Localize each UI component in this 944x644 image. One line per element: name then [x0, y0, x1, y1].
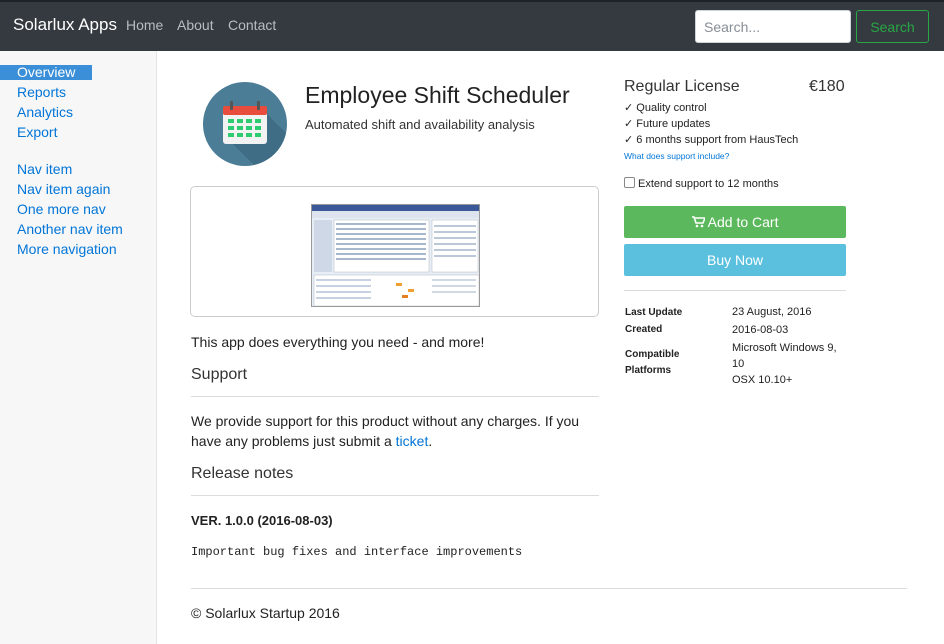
divider	[191, 396, 599, 397]
platforms-label: Platforms	[625, 365, 672, 376]
product-title: Employee Shift Scheduler	[305, 82, 570, 108]
support-text-end: .	[428, 433, 433, 449]
sidebar-item-export[interactable]: Export	[17, 124, 57, 140]
support-info-link[interactable]: What does support include?	[624, 151, 729, 161]
feature-item: ✓ Future updates	[624, 118, 711, 130]
nav-contact[interactable]: Contact	[228, 17, 276, 33]
top-navbar: Solarlux Apps Home About Contact Search	[0, 0, 944, 51]
footer-text: © Solarlux Startup 2016	[191, 605, 340, 621]
created-value: 2016-08-03	[732, 324, 789, 336]
sidebar: Overview Reports Analytics Export Nav it…	[0, 51, 157, 644]
release-notes-heading: Release notes	[191, 465, 294, 482]
platform-value: OSX 10.10+	[732, 374, 793, 386]
release-version: VER. 1.0.0 (2016-08-03)	[191, 513, 333, 528]
feature-item: ✓ Quality control	[624, 102, 707, 114]
buy-now-button[interactable]: Buy Now	[624, 244, 846, 276]
extend-support-checkbox[interactable]	[624, 177, 635, 188]
product-subtitle: Automated shift and availability analysi…	[305, 117, 535, 132]
license-title: Regular License	[624, 78, 740, 95]
last-update-label: Last Update	[625, 307, 683, 318]
product-description: This app does everything you need - and …	[191, 334, 485, 350]
sidebar-item-analytics[interactable]: Analytics	[17, 104, 73, 120]
platform-value: 10	[732, 358, 745, 370]
sidebar-item-overview[interactable]: Overview	[0, 65, 92, 80]
last-update-value: 23 August, 2016	[732, 306, 812, 318]
feature-item: ✓ 6 months support from HausTech	[624, 134, 799, 146]
license-price: €180	[809, 78, 845, 95]
cart-icon	[691, 216, 706, 228]
sidebar-item-nav-item-again[interactable]: Nav item again	[17, 181, 110, 197]
sidebar-item-another-nav-item[interactable]: Another nav item	[17, 221, 123, 237]
add-to-cart-button[interactable]: Add to Cart	[624, 206, 846, 238]
platform-value: Microsoft Windows 9,	[732, 342, 837, 354]
brand-link[interactable]: Solarlux Apps	[13, 15, 117, 35]
calendar-icon	[203, 82, 287, 166]
compatible-label: Compatible	[625, 349, 680, 360]
search-input[interactable]	[695, 10, 851, 43]
nav-home[interactable]: Home	[126, 17, 163, 33]
add-to-cart-label: Add to Cart	[707, 214, 779, 230]
release-notes-text: Important bug fixes and interface improv…	[191, 545, 523, 559]
support-heading: Support	[191, 366, 248, 383]
support-text: have any problems just submit a	[191, 433, 392, 449]
search-button[interactable]: Search	[856, 10, 929, 43]
extend-support-label[interactable]: Extend support to 12 months	[638, 178, 779, 190]
support-text-line1: We provide support for this product with…	[191, 413, 580, 429]
divider	[191, 495, 599, 496]
screenshot-frame[interactable]	[190, 186, 599, 317]
sidebar-item-more-navigation[interactable]: More navigation	[17, 241, 117, 257]
footer-divider	[191, 588, 907, 589]
app-screenshot[interactable]	[311, 204, 480, 307]
support-text-line2: have any problems just submit a ticket.	[191, 433, 432, 449]
sidebar-item-reports[interactable]: Reports	[17, 84, 66, 100]
ticket-link[interactable]: ticket	[396, 433, 429, 449]
sidebar-item-one-more-nav[interactable]: One more nav	[17, 201, 106, 217]
divider	[624, 290, 846, 291]
created-label: Created	[625, 324, 663, 335]
sidebar-item-nav-item[interactable]: Nav item	[17, 161, 72, 177]
nav-about[interactable]: About	[177, 17, 214, 33]
